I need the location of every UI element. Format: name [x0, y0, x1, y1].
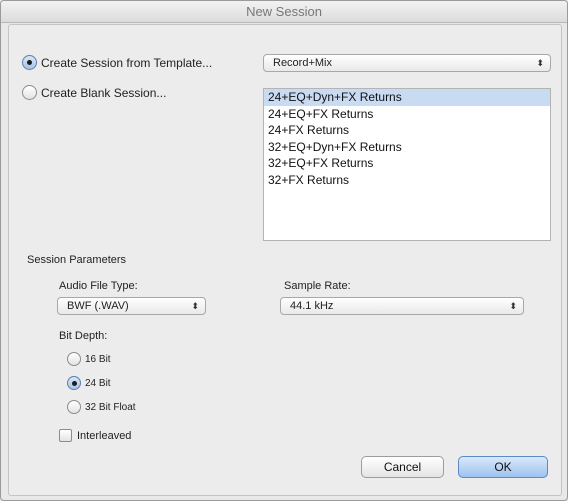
chevron-updown-icon: ⬍: [191, 301, 199, 311]
radio-unselected-icon: [67, 400, 81, 414]
chevron-updown-icon: ⬍: [509, 301, 517, 311]
bit-depth-16-radio[interactable]: 16 Bit: [67, 352, 111, 366]
bit-depth-label: Bit Depth:: [59, 330, 108, 342]
radio-selected-icon: [67, 376, 81, 390]
cancel-button[interactable]: Cancel: [361, 456, 444, 478]
interleaved-checkbox[interactable]: Interleaved: [59, 429, 131, 442]
interleaved-label: Interleaved: [77, 429, 132, 442]
create-from-template-radio[interactable]: Create Session from Template...: [22, 55, 212, 70]
new-session-dialog: New Session Create Session from Template…: [0, 0, 568, 501]
radio-selected-icon: [22, 55, 37, 70]
create-from-template-label: Create Session from Template...: [41, 55, 213, 70]
template-list[interactable]: 24+EQ+Dyn+FX Returns 24+EQ+FX Returns 24…: [263, 88, 551, 241]
audio-file-type-value: BWF (.WAV): [67, 300, 129, 312]
dialog-content: Create Session from Template... Create B…: [8, 24, 562, 496]
template-list-item[interactable]: 24+EQ+Dyn+FX Returns: [264, 89, 550, 106]
bit-depth-32-float-radio[interactable]: 32 Bit Float: [67, 400, 136, 414]
ok-button[interactable]: OK: [458, 456, 548, 478]
create-blank-session-radio[interactable]: Create Blank Session...: [22, 85, 166, 100]
bit-depth-32-float-label: 32 Bit Float: [85, 401, 136, 413]
chevron-updown-icon: ⬍: [536, 58, 544, 68]
template-list-item[interactable]: 32+EQ+FX Returns: [264, 155, 550, 172]
window-title: New Session: [1, 1, 567, 23]
create-blank-session-label: Create Blank Session...: [41, 85, 167, 100]
template-group-select[interactable]: Record+Mix ⬍: [263, 54, 551, 72]
template-list-item[interactable]: 32+FX Returns: [264, 172, 550, 189]
radio-unselected-icon: [67, 352, 81, 366]
bit-depth-24-label: 24 Bit: [85, 377, 111, 389]
audio-file-type-select[interactable]: BWF (.WAV) ⬍: [57, 297, 206, 315]
template-list-item[interactable]: 32+EQ+Dyn+FX Returns: [264, 139, 550, 156]
sample-rate-label: Sample Rate:: [284, 280, 351, 292]
audio-file-type-label: Audio File Type:: [59, 280, 138, 292]
template-list-item[interactable]: 24+EQ+FX Returns: [264, 106, 550, 123]
template-list-item[interactable]: 24+FX Returns: [264, 122, 550, 139]
sample-rate-select[interactable]: 44.1 kHz ⬍: [280, 297, 524, 315]
bit-depth-16-label: 16 Bit: [85, 353, 111, 365]
session-parameters-heading: Session Parameters: [27, 254, 127, 266]
template-group-value: Record+Mix: [273, 57, 332, 69]
bit-depth-24-radio[interactable]: 24 Bit: [67, 376, 111, 390]
sample-rate-value: 44.1 kHz: [290, 300, 334, 312]
radio-unselected-icon: [22, 85, 37, 100]
checkbox-unchecked-icon: [59, 429, 72, 442]
